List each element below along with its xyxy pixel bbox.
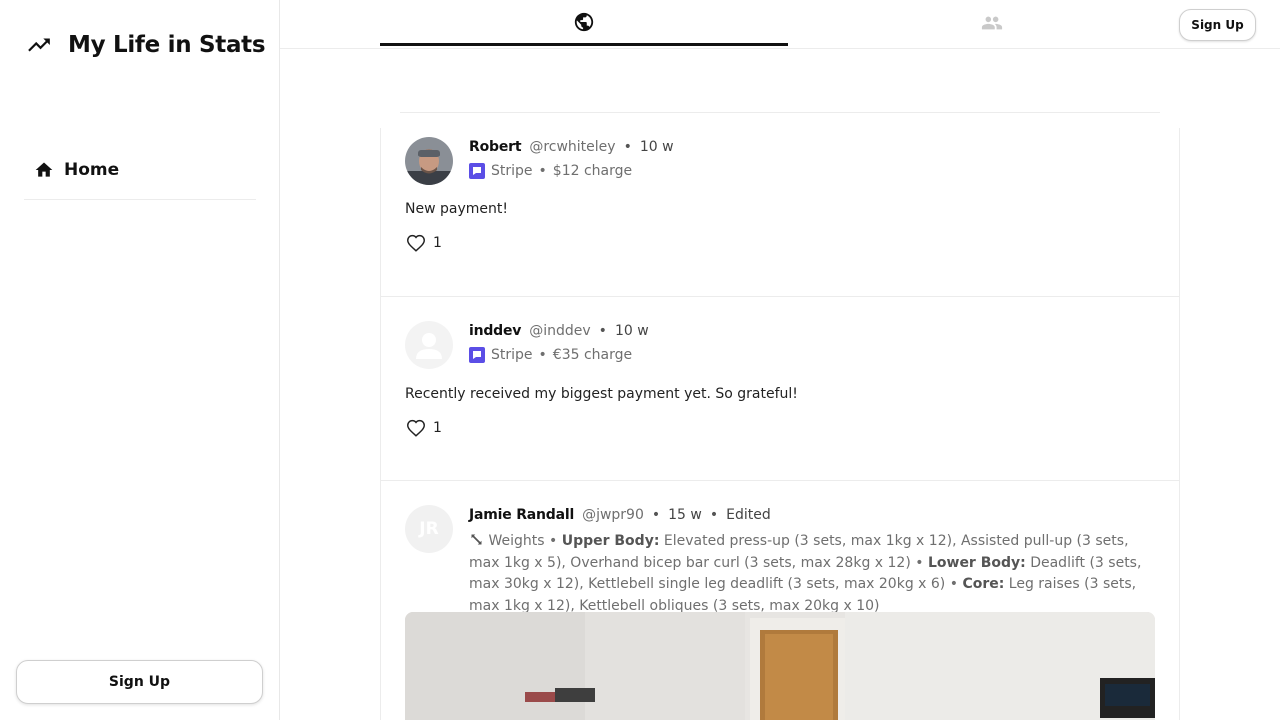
default-avatar-icon <box>416 333 442 359</box>
like-button[interactable]: 1 <box>405 417 442 439</box>
avatar[interactable]: JR <box>405 505 453 553</box>
like-count: 1 <box>433 420 442 436</box>
author-name[interactable]: Jamie Randall <box>469 507 574 523</box>
weights-icon <box>471 534 482 545</box>
brand[interactable]: My Life in Stats <box>26 32 266 58</box>
charge-detail: $12 charge <box>552 163 633 179</box>
separator: • <box>949 576 958 592</box>
source-label: Stripe <box>491 163 533 179</box>
like-count: 1 <box>433 235 442 251</box>
avatar[interactable] <box>405 321 453 369</box>
post: inddev @inddev • 10 w Stripe • €35 charg… <box>381 297 1179 481</box>
stripe-icon <box>469 163 485 179</box>
post-meta: Stripe • €35 charge <box>469 347 632 363</box>
post-header: Jamie Randall @jwpr90 • 15 w • Edited <box>469 507 771 523</box>
author-handle[interactable]: @inddev <box>529 323 590 339</box>
separator: • <box>548 533 558 549</box>
avatar[interactable] <box>405 137 453 185</box>
home-icon <box>35 162 53 177</box>
heart-icon <box>407 234 425 252</box>
author-name[interactable]: inddev <box>469 323 521 339</box>
separator: • <box>651 507 661 523</box>
section-title: Lower Body: <box>927 554 1026 571</box>
tab-friends[interactable] <box>788 0 1196 46</box>
charge-detail: €35 charge <box>552 347 633 363</box>
separator: • <box>709 507 719 523</box>
heart-icon <box>407 419 425 437</box>
separator: • <box>538 163 547 179</box>
post-photo[interactable] <box>405 612 1155 720</box>
post: JR Jamie Randall @jwpr90 • 15 w • Edited… <box>381 481 1179 720</box>
post-text: New payment! <box>405 201 508 217</box>
sidebar-item-home[interactable]: Home <box>24 140 256 200</box>
sidebar: My Life in Stats Home Sign Up <box>0 0 280 720</box>
post-header: Robert @rcwhiteley • 10 w <box>469 139 674 155</box>
feed-divider <box>400 112 1160 113</box>
avatar-photo <box>405 137 453 185</box>
source-label: Weights <box>488 533 545 549</box>
topbar-signup-button[interactable]: Sign Up <box>1179 9 1256 41</box>
sidebar-item-label: Home <box>64 159 120 180</box>
source-label: Stripe <box>491 347 533 363</box>
author-handle[interactable]: @rcwhiteley <box>529 139 615 155</box>
app-title: My Life in Stats <box>68 32 266 58</box>
separator: • <box>623 139 632 155</box>
like-button[interactable]: 1 <box>405 232 442 254</box>
post-time: 15 w <box>668 507 702 523</box>
tab-global[interactable] <box>380 0 788 46</box>
post-meta: Stripe • $12 charge <box>469 163 632 179</box>
post-text: Recently received my biggest payment yet… <box>405 386 798 402</box>
post-header: inddev @inddev • 10 w <box>469 323 649 339</box>
section-title: Upper Body: <box>561 533 660 549</box>
trending-up-icon <box>28 38 50 52</box>
top-bar: Sign Up <box>280 0 1280 49</box>
separator: • <box>538 347 547 363</box>
workout-summary: Weights • Upper Body: Elevated press-up … <box>469 531 1157 617</box>
sidebar-signup-button[interactable]: Sign Up <box>16 660 263 704</box>
separator: • <box>598 323 607 339</box>
author-handle[interactable]: @jwpr90 <box>582 507 644 523</box>
people-icon <box>981 16 1003 30</box>
separator: • <box>915 554 924 571</box>
room-photo <box>405 612 1155 720</box>
section-title: Core: <box>962 576 1005 592</box>
author-name[interactable]: Robert <box>469 139 522 155</box>
post: Robert @rcwhiteley • 10 w Stripe • $12 c… <box>381 128 1179 297</box>
stripe-icon <box>469 347 485 363</box>
globe-icon <box>574 12 594 31</box>
feed: Robert @rcwhiteley • 10 w Stripe • $12 c… <box>380 128 1180 720</box>
post-time: 10 w <box>614 323 649 339</box>
post-time: 10 w <box>639 139 674 155</box>
edited-label: Edited <box>726 507 771 523</box>
